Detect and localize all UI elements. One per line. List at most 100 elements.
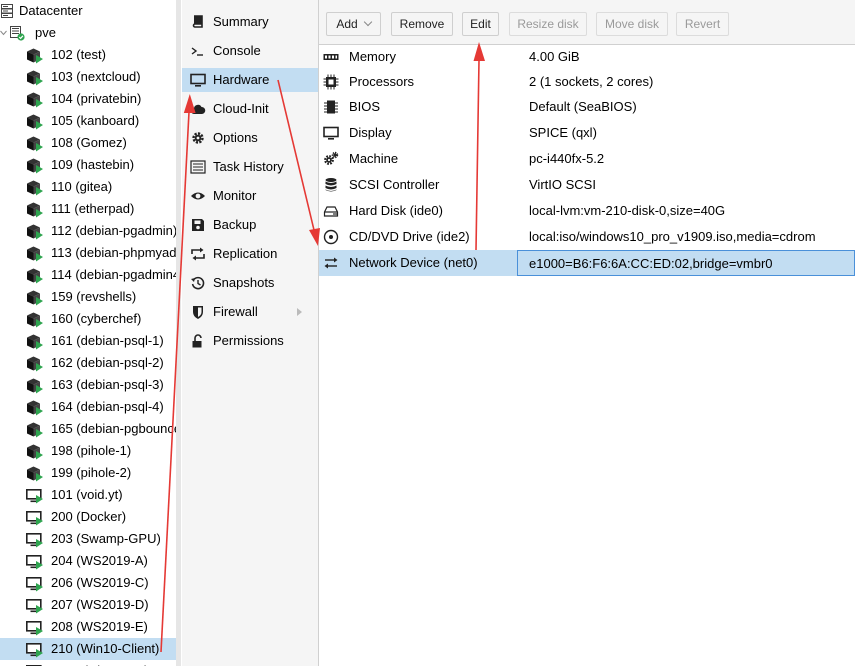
- memory-icon: [323, 54, 339, 60]
- tree-label: 110 (gitea): [51, 179, 113, 194]
- hardware-value: VirtIO SCSI: [529, 177, 596, 192]
- tree-label: 203 (Swamp-GPU): [51, 531, 161, 546]
- tree-item-node[interactable]: pve: [0, 22, 176, 44]
- tree-item-2000-win-test-2[interactable]: 2000 (win-test-2): [0, 660, 176, 666]
- hardware-name: Hard Disk (ide0): [349, 203, 443, 218]
- container-running-icon: [27, 356, 43, 372]
- tree-item-160-cyberchef[interactable]: 160 (cyberchef): [0, 308, 176, 330]
- tree-item-104-privatebin[interactable]: 104 (privatebin): [0, 88, 176, 110]
- hardware-name: Machine: [349, 151, 399, 166]
- revert-button[interactable]: Revert: [676, 12, 729, 36]
- tree-item-208-ws2019-e[interactable]: 208 (WS2019-E): [0, 616, 176, 638]
- history-icon: [191, 276, 205, 290]
- menu-item-task-history[interactable]: Task History: [182, 155, 318, 179]
- tree-item-109-hastebin[interactable]: 109 (hastebin): [0, 154, 176, 176]
- resize-disk-button[interactable]: Resize disk: [509, 12, 587, 36]
- vm-running-icon: [26, 598, 43, 614]
- tree-item-110-gitea[interactable]: 110 (gitea): [0, 176, 176, 198]
- tree-item-165-debian-pgbouncer[interactable]: 165 (debian-pgbouncer): [0, 418, 176, 440]
- tree-label: 162 (debian-psql-2): [51, 355, 164, 370]
- tree-item-114-debian-pgadmin4[interactable]: 114 (debian-pgadmin4): [0, 264, 176, 286]
- tree-item-108-gomez[interactable]: 108 (Gomez): [0, 132, 176, 154]
- hardware-row-cdrom[interactable]: CD/DVD Drive (ide2) local:iso/windows10_…: [319, 224, 855, 250]
- tree-label: 161 (debian-psql-1): [51, 333, 164, 348]
- menu-item-firewall[interactable]: Firewall: [182, 300, 318, 324]
- exchange-icon: [324, 257, 338, 269]
- list-icon: [190, 160, 206, 174]
- tree-item-161-debian-psql-1[interactable]: 161 (debian-psql-1): [0, 330, 176, 352]
- tree-item-111-etherpad[interactable]: 111 (etherpad): [0, 198, 176, 220]
- remove-button[interactable]: Remove: [391, 12, 453, 36]
- vm-running-icon: [26, 576, 43, 592]
- move-disk-button[interactable]: Move disk: [596, 12, 668, 36]
- tree-label: 163 (debian-psql-3): [51, 377, 164, 392]
- tree-item-datacenter[interactable]: Datacenter: [0, 0, 176, 22]
- tree-label: 104 (privatebin): [51, 91, 142, 106]
- hardware-row-machine[interactable]: Machine pc-i440fx-5.2: [319, 146, 855, 172]
- tree-item-163-debian-psql-3[interactable]: 163 (debian-psql-3): [0, 374, 176, 396]
- tree-item-164-debian-psql-4[interactable]: 164 (debian-psql-4): [0, 396, 176, 418]
- cloud-icon: [191, 104, 206, 114]
- tree-item-203-swamp-gpu[interactable]: 203 (Swamp-GPU): [0, 528, 176, 550]
- tree-item-159-revshells[interactable]: 159 (revshells): [0, 286, 176, 308]
- container-running-icon: [27, 202, 43, 218]
- tree-item-102-test[interactable]: 102 (test): [0, 44, 176, 66]
- tree-label: 200 (Docker): [51, 509, 127, 524]
- tree-label: 199 (pihole-2): [51, 465, 132, 480]
- tree-item-200-docker[interactable]: 200 (Docker): [0, 506, 176, 528]
- server-rack-icon: [1, 4, 13, 18]
- menu-item-replication[interactable]: Replication: [182, 242, 318, 266]
- tree-item-199-pihole-2[interactable]: 199 (pihole-2): [0, 462, 176, 484]
- menu-label: Snapshots: [213, 275, 275, 290]
- network-value-cell[interactable]: e1000=B6:F6:6A:CC:ED:02,bridge=vmbr0: [517, 250, 855, 276]
- hardware-row-processors[interactable]: Processors 2 (1 sockets, 2 cores): [319, 69, 855, 95]
- menu-item-backup[interactable]: Backup: [182, 213, 318, 237]
- vm-running-icon: [26, 554, 43, 570]
- menu-item-hardware[interactable]: Hardware: [182, 68, 318, 92]
- eye-icon: [191, 192, 205, 200]
- tree-item-101-void-yt[interactable]: 101 (void.yt): [0, 484, 176, 506]
- cpu-icon: [323, 74, 339, 90]
- tree-item-162-debian-psql-2[interactable]: 162 (debian-psql-2): [0, 352, 176, 374]
- chevron-down-icon[interactable]: [0, 30, 7, 36]
- vm-running-icon: [26, 620, 43, 636]
- menu-item-console[interactable]: Console: [182, 39, 318, 63]
- tree-scrollbar[interactable]: [176, 0, 181, 666]
- hardware-row-network-device[interactable]: Network Device (net0) e1000=B6:F6:6A:CC:…: [319, 250, 855, 276]
- container-running-icon: [27, 70, 43, 86]
- vm-config-menu: Summary Console Hardware Cloud-Init Opti…: [182, 0, 319, 666]
- tree-item-105-kanboard[interactable]: 105 (kanboard): [0, 110, 176, 132]
- add-button[interactable]: Add: [326, 12, 381, 36]
- menu-item-permissions[interactable]: Permissions: [182, 329, 318, 353]
- hardware-row-scsi-controller[interactable]: SCSI Controller VirtIO SCSI: [319, 172, 855, 198]
- tree-item-210-win10-client[interactable]: 210 (Win10-Client): [0, 638, 176, 660]
- tree-label: 101 (void.yt): [51, 487, 123, 502]
- hdd-icon: [323, 206, 339, 217]
- container-running-icon: [27, 334, 43, 350]
- tree-item-112-debian-pgadmin[interactable]: 112 (debian-pgadmin): [0, 220, 176, 242]
- tree-item-113-debian-phpmyadmin[interactable]: 113 (debian-phpmyadmin): [0, 242, 176, 264]
- menu-label: Cloud-Init: [213, 101, 269, 116]
- tree-label: 105 (kanboard): [51, 113, 140, 128]
- tree-item-103-nextcloud[interactable]: 103 (nextcloud): [0, 66, 176, 88]
- container-running-icon: [27, 180, 43, 196]
- hardware-row-display[interactable]: Display SPICE (qxl): [319, 120, 855, 146]
- tree-item-207-ws2019-d[interactable]: 207 (WS2019-D): [0, 594, 176, 616]
- tree-item-198-pihole-1[interactable]: 198 (pihole-1): [0, 440, 176, 462]
- menu-item-monitor[interactable]: Monitor: [182, 184, 318, 208]
- container-running-icon: [27, 246, 43, 262]
- vm-running-icon: [26, 532, 43, 548]
- hardware-value: 2 (1 sockets, 2 cores): [529, 74, 654, 89]
- tree-item-204-ws2019-a[interactable]: 204 (WS2019-A): [0, 550, 176, 572]
- hardware-row-hard-disk[interactable]: Hard Disk (ide0) local-lvm:vm-210-disk-0…: [319, 198, 855, 224]
- menu-item-summary[interactable]: Summary: [182, 10, 318, 34]
- tree-label: 111 (etherpad): [51, 201, 135, 216]
- tree-label: 103 (nextcloud): [51, 69, 141, 84]
- hardware-row-bios[interactable]: BIOS Default (SeaBIOS): [319, 94, 855, 120]
- hardware-row-memory[interactable]: Memory 4.00 GiB: [319, 44, 855, 70]
- edit-button[interactable]: Edit: [462, 12, 499, 36]
- menu-item-snapshots[interactable]: Snapshots: [182, 271, 318, 295]
- menu-item-cloud-init[interactable]: Cloud-Init: [182, 97, 318, 121]
- menu-item-options[interactable]: Options: [182, 126, 318, 150]
- tree-item-206-ws2019-c[interactable]: 206 (WS2019-C): [0, 572, 176, 594]
